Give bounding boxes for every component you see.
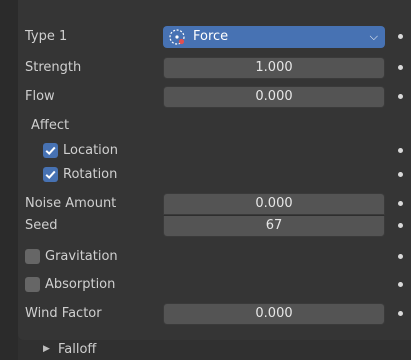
strength-field[interactable]: 1.000 xyxy=(163,57,385,79)
gravitation-row: Gravitation xyxy=(18,246,411,268)
rotation-checkbox[interactable] xyxy=(43,167,58,182)
affect-row: Affect xyxy=(18,115,411,137)
keyframe-dot-flow[interactable] xyxy=(398,94,403,99)
keyframe-dot-gravitation[interactable] xyxy=(398,254,403,259)
location-label: Location xyxy=(63,143,118,158)
keyframe-dot-absorption[interactable] xyxy=(398,282,403,287)
flow-row: Flow 0.000 xyxy=(18,86,411,108)
affect-label: Affect xyxy=(31,118,70,133)
keyframe-dot-rotation[interactable] xyxy=(398,172,403,177)
location-row: Location xyxy=(18,140,411,162)
keyframe-dot-type[interactable] xyxy=(398,34,403,39)
type-row: Type 1 Force ⌵ xyxy=(18,26,411,48)
falloff-label: Falloff xyxy=(58,342,97,357)
location-checkbox[interactable] xyxy=(43,143,58,158)
type-label: Type 1 xyxy=(25,29,68,44)
strength-label: Strength xyxy=(25,60,82,75)
noise-amount-row: Noise Amount 0.000 xyxy=(18,193,411,215)
flow-label: Flow xyxy=(25,89,55,104)
checkmark-icon xyxy=(45,170,56,180)
type-value: Force xyxy=(193,29,229,44)
wind-factor-row: Wind Factor 0.000 xyxy=(18,303,411,325)
wind-factor-label: Wind Factor xyxy=(25,306,102,321)
falloff-subpanel-header[interactable]: ▶ Falloff xyxy=(18,340,411,360)
rotation-label: Rotation xyxy=(63,167,118,182)
seed-field[interactable]: 67 xyxy=(163,215,385,237)
keyframe-dot-location[interactable] xyxy=(398,148,403,153)
rotation-row: Rotation xyxy=(18,164,411,186)
keyframe-dot-seed[interactable] xyxy=(398,223,403,228)
keyframe-dot-noise-amount[interactable] xyxy=(398,201,403,206)
strength-row: Strength 1.000 xyxy=(18,57,411,79)
seed-label: Seed xyxy=(25,218,58,233)
absorption-row: Absorption xyxy=(18,274,411,296)
seed-row: Seed 67 xyxy=(18,215,411,237)
absorption-checkbox[interactable] xyxy=(25,277,40,292)
flow-field[interactable]: 0.000 xyxy=(163,86,385,108)
chevron-down-icon: ⌵ xyxy=(369,30,378,43)
absorption-label: Absorption xyxy=(45,277,116,292)
noise-amount-label: Noise Amount xyxy=(25,196,117,211)
keyframe-dot-strength[interactable] xyxy=(398,65,403,70)
force-field-settings: Type 1 Force ⌵ Strength 1.000 Flow 0.000… xyxy=(18,0,411,340)
gravitation-checkbox[interactable] xyxy=(25,249,40,264)
force-field-icon xyxy=(168,28,186,46)
wind-factor-field[interactable]: 0.000 xyxy=(163,303,385,325)
type-dropdown[interactable]: Force ⌵ xyxy=(163,26,385,48)
checkmark-icon xyxy=(45,146,56,156)
noise-amount-field[interactable]: 0.000 xyxy=(163,193,385,215)
keyframe-dot-wind-factor[interactable] xyxy=(398,311,403,316)
gravitation-label: Gravitation xyxy=(45,249,118,264)
triangle-right-icon: ▶ xyxy=(43,344,50,354)
